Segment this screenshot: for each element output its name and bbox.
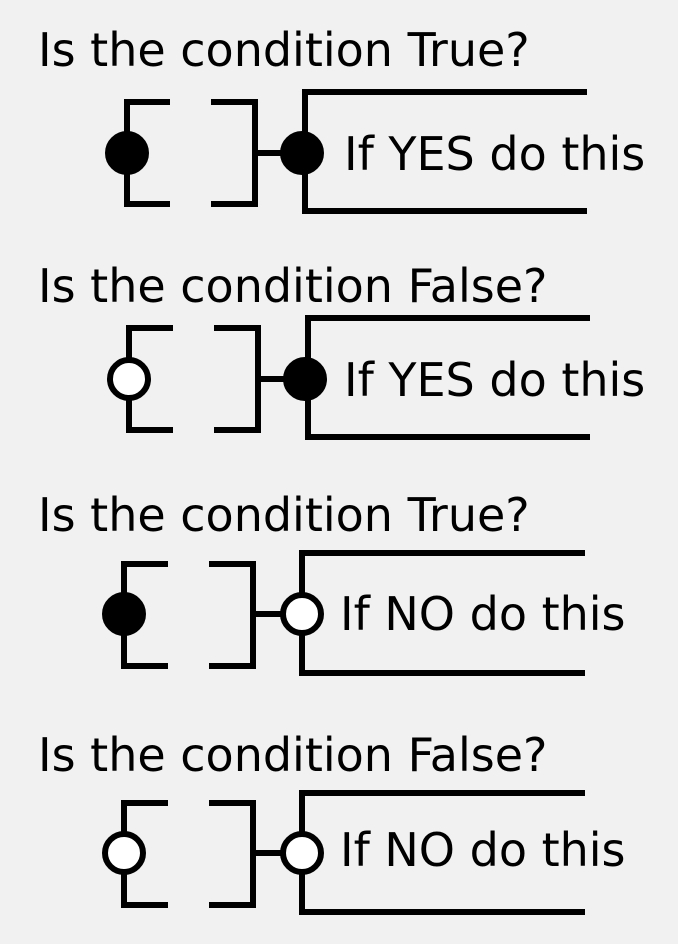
branch-action-label: If NO do this <box>340 587 626 641</box>
condition-dot <box>102 592 146 636</box>
branch-dot <box>280 592 324 636</box>
condition-bracket-right <box>211 99 258 207</box>
condition-bracket-right <box>214 325 261 433</box>
condition-dot <box>105 131 149 175</box>
condition-bracket-right <box>209 561 256 669</box>
branch-action-label: If YES do this <box>344 127 645 181</box>
condition-question: Is the condition False? <box>38 728 547 782</box>
condition-block: Is the condition False? If NO do this <box>38 728 626 915</box>
branch-action-label: If NO do this <box>340 823 626 877</box>
condition-dot <box>102 831 146 875</box>
condition-diagram: Is the condition True? If YES do this Is… <box>38 23 645 915</box>
condition-block: Is the condition False? If YES do this <box>38 259 645 440</box>
branch-action-label: If YES do this <box>344 353 645 407</box>
condition-block: Is the condition True? If YES do this <box>38 23 645 214</box>
condition-question: Is the condition False? <box>38 259 547 313</box>
branch-dot <box>280 131 324 175</box>
condition-bracket-right <box>209 800 256 908</box>
condition-dot <box>107 357 151 401</box>
branch-dot <box>280 831 324 875</box>
condition-question: Is the condition True? <box>38 23 530 77</box>
branch-dot <box>283 357 327 401</box>
condition-question: Is the condition True? <box>38 488 530 542</box>
condition-block: Is the condition True? If NO do this <box>38 488 626 676</box>
